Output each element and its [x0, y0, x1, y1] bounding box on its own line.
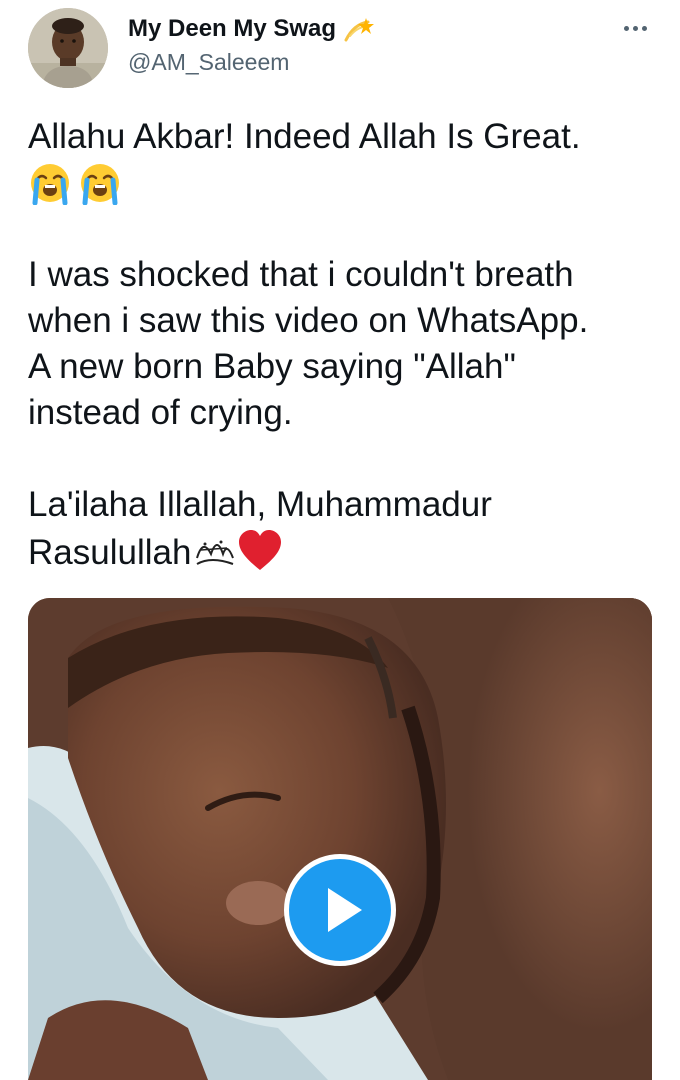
- more-horizontal-icon-dot: [641, 25, 647, 31]
- tweet-line: A new born Baby saying "Allah": [28, 347, 516, 386]
- play-button[interactable]: [284, 854, 396, 966]
- more-options-button[interactable]: [618, 18, 652, 38]
- avatar[interactable]: [28, 8, 108, 88]
- more-horizontal-icon: [623, 25, 629, 31]
- tweet-line: La'ilaha Illallah, Muhammadur: [28, 485, 492, 524]
- loudly-crying-face-icon: [28, 161, 72, 206]
- tweet-line-last: Rasulullah: [28, 528, 658, 576]
- more-horizontal-icon-dot: [632, 25, 638, 31]
- tweet-line: Allahu Akbar! Indeed Allah Is Great.: [28, 117, 581, 156]
- video-thumbnail: [28, 598, 652, 1080]
- tweet-text: Allahu Akbar! Indeed Allah Is Great. I w…: [28, 114, 658, 576]
- shooting-star-icon: [344, 14, 375, 44]
- author-handle[interactable]: @AM_Saleeem: [128, 49, 289, 76]
- tweet-line: instead of crying.: [28, 393, 293, 432]
- author-name-row: My Deen My Swag: [128, 14, 375, 44]
- tweet-line: I was shocked that i couldn't breath: [28, 255, 574, 294]
- tweet-line-text: Rasulullah: [28, 533, 192, 572]
- display-name[interactable]: My Deen My Swag: [128, 15, 336, 43]
- red-heart-icon: [237, 528, 283, 574]
- emoji-row: [28, 160, 658, 206]
- tweet-line: when i saw this video on WhatsApp.: [28, 301, 589, 340]
- video-player[interactable]: [28, 598, 652, 1080]
- sallallahu-ligature-icon: [191, 528, 237, 574]
- play-icon: [328, 888, 362, 932]
- tweet-card: My Deen My Swag @AM_Saleeem Allahu Akbar…: [0, 0, 680, 1080]
- avatar-photo: [28, 8, 108, 88]
- loudly-crying-face-icon: [78, 161, 122, 206]
